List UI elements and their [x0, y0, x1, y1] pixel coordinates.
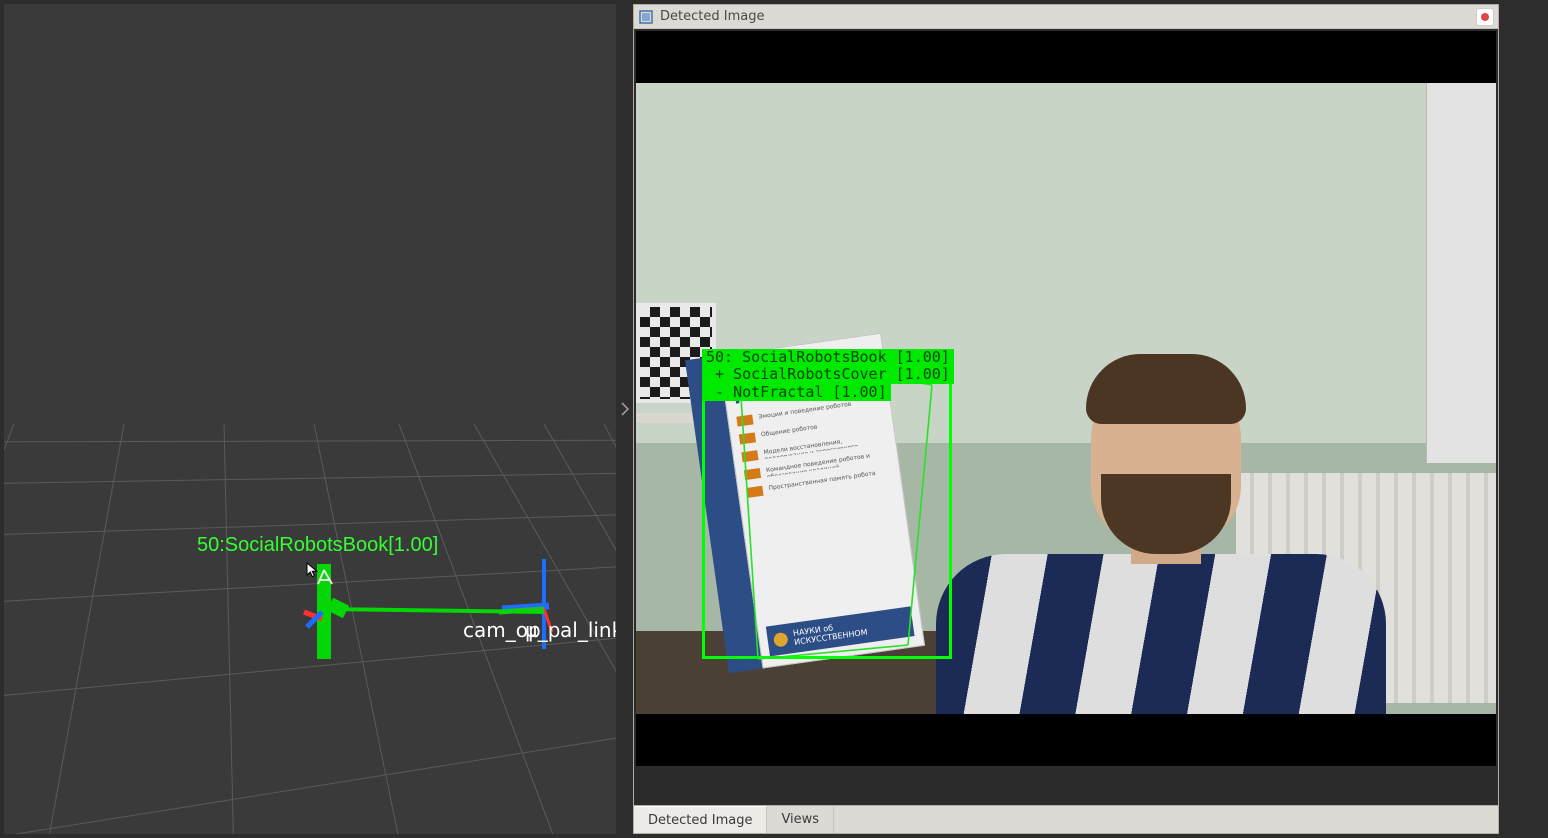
tab-label: Detected Image	[648, 813, 752, 828]
window-titlebar[interactable]: Detected Image	[634, 5, 1498, 29]
letterbox-bottom	[636, 714, 1496, 766]
ground-grid	[4, 4, 616, 834]
chevron-right-icon	[620, 402, 630, 416]
image-window-icon	[638, 9, 654, 25]
scene-person	[936, 394, 1386, 714]
letterbox-top	[636, 31, 1496, 83]
close-icon	[1480, 12, 1490, 22]
camera-scene: СОЦИАЛЬНЫЕ СООБЩЕСТВА РОБОТОВ Эмоции и п…	[636, 83, 1496, 714]
tab-detected-image[interactable]: Detected Image	[634, 806, 767, 833]
frame-label-link: al_link	[560, 618, 616, 642]
window-close-button[interactable]	[1476, 8, 1494, 26]
frame-label-mid: µ_p	[525, 618, 560, 642]
rviz-3d-panel[interactable]: 50:SocialRobotsBook[1.00] cam_op µ_p al_…	[4, 4, 616, 834]
image-display-area[interactable]: СОЦИАЛЬНЫЕ СООБЩЕСТВА РОБОТОВ Эмоции и п…	[634, 29, 1498, 805]
tab-label: Views	[781, 812, 819, 827]
image-window: Detected Image	[633, 4, 1499, 834]
detection-marker-label: 50:SocialRobotsBook[1.00]	[197, 534, 438, 557]
bottom-tabbar: Detected Image Views	[634, 805, 1498, 833]
scene-poster	[1426, 83, 1496, 463]
camera-frame: СОЦИАЛЬНЫЕ СООБЩЕСТВА РОБОТОВ Эмоции и п…	[636, 31, 1496, 766]
window-title: Detected Image	[660, 9, 1470, 24]
tab-views[interactable]: Views	[767, 806, 834, 833]
rviz-viewport[interactable]: 50:SocialRobotsBook[1.00] cam_op µ_p al_…	[4, 4, 616, 834]
panel-expand-handle[interactable]	[617, 398, 633, 420]
